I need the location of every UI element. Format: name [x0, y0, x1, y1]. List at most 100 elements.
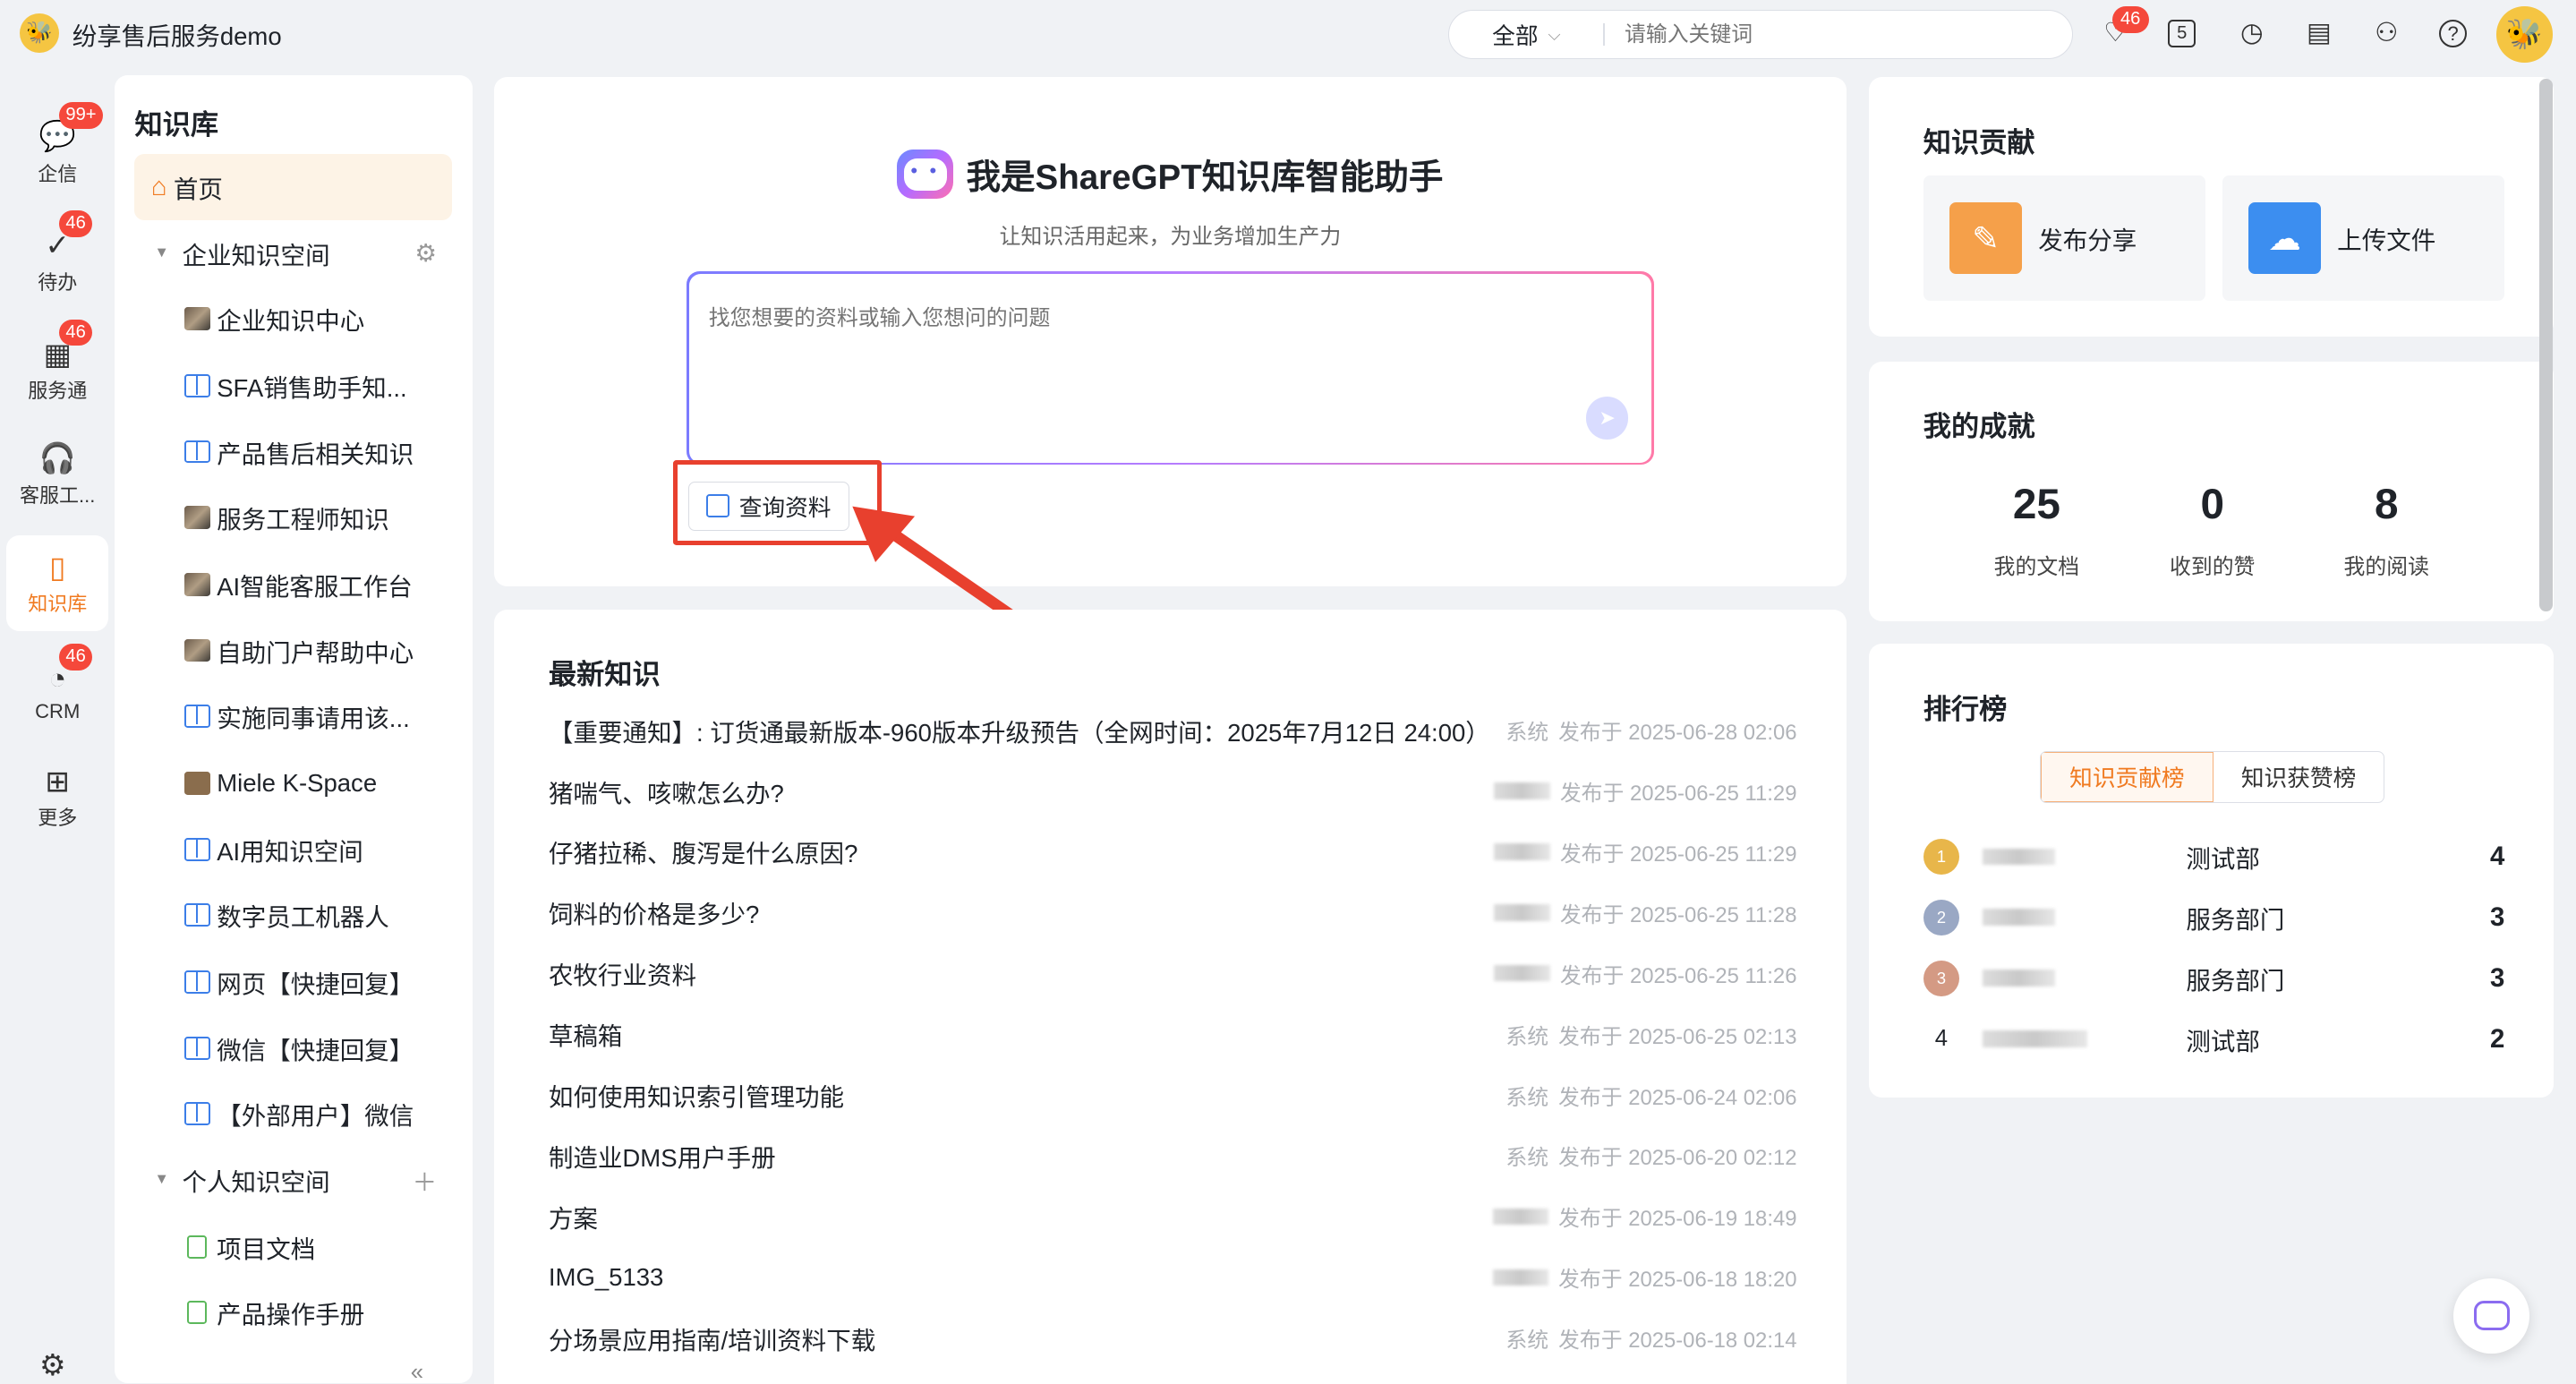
app-logo-icon[interactable]: 🐝 [20, 13, 60, 53]
clock-icon[interactable]: ◷ [2235, 16, 2268, 49]
news-row[interactable]: 如何使用知识索引管理功能 系统 发布于 2025-06-24 02:06 [549, 1064, 1797, 1125]
rail-item-service[interactable]: ▦ 46 服务通 [6, 319, 108, 417]
assistant-subtitle: 让知识活用起来，为业务增加生产力 [999, 225, 1342, 250]
home-icon: ⌂ [150, 172, 167, 202]
news-row[interactable]: 仔猪拉稀、腹泻是什么原因? 发布于 2025-06-25 11:29 [549, 821, 1797, 882]
news-title[interactable]: 分场景应用指南/培训资料下载 [549, 1320, 875, 1356]
sidebar-item-home[interactable]: ⌂ 首页 [134, 154, 452, 220]
news-row[interactable]: 分场景应用指南/培训资料下载 系统 发布于 2025-06-18 02:14 [549, 1308, 1797, 1369]
rank-count: 4 [2490, 841, 2505, 871]
tree-item[interactable]: 实施同事请用该... [115, 683, 473, 748]
rail-item-todo[interactable]: ✓ 46 待办 [6, 210, 108, 309]
news-author: 系统 [1506, 1024, 1549, 1049]
redacted-author [1492, 1269, 1549, 1286]
news-author: 系统 [1506, 721, 1549, 746]
tree-item[interactable]: 企业知识中心 [115, 286, 473, 351]
news-title[interactable]: 仔猪拉稀、腹泻是什么原因? [549, 833, 858, 869]
tree-group-enterprise[interactable]: ▼ 企业知识空间 ⚙ [115, 220, 473, 286]
search-scope-label: 全部 [1492, 24, 1539, 50]
tree-item[interactable]: 【外部用户】微信 [115, 1081, 473, 1146]
contacts-icon[interactable]: ⚇ [2370, 16, 2403, 49]
rail-item-messages[interactable]: 💬 99+ 企信 [6, 102, 108, 200]
rank-number: 4 [1934, 1026, 1949, 1052]
rail-item-knowledge[interactable]: ▯ 知识库 [6, 535, 109, 631]
news-title[interactable]: 草稿箱 [549, 1016, 623, 1052]
tab-likes-rank[interactable]: 知识获赞榜 [2213, 752, 2384, 803]
news-row[interactable]: 猪喘气、咳嗽怎么办? 发布于 2025-06-25 11:29 [549, 761, 1797, 822]
news-published: 发布于 2025-06-25 11:26 [1559, 963, 1797, 988]
tree-item[interactable]: AI智能客服工作台 [115, 552, 473, 618]
send-button[interactable]: ➤ [1585, 397, 1629, 440]
tree-item[interactable]: 网页【快捷回复】 [115, 950, 473, 1015]
news-title[interactable]: 如何使用知识索引管理功能 [549, 1077, 844, 1113]
rail-item-crm[interactable]: ◔ 46 CRM [6, 644, 108, 739]
tree-group-personal[interactable]: ▼ 个人知识空间 ＋ [115, 1147, 473, 1212]
news-title[interactable]: 农牧行业资料 [549, 955, 696, 991]
book-icon [183, 1036, 210, 1060]
plus-icon[interactable]: ＋ [413, 1162, 438, 1198]
publish-share-button[interactable]: ✎ 发布分享 [1923, 175, 2206, 301]
space-avatar-icon [183, 573, 210, 597]
floating-assistant-button[interactable] [2453, 1277, 2529, 1354]
news-row[interactable]: 方案 发布于 2025-06-19 18:49 [549, 1186, 1797, 1247]
publish-label: 发布分享 [2038, 226, 2137, 255]
tree-item-label: SFA销售助手知... [217, 374, 407, 403]
rail-badge: 99+ [59, 102, 103, 129]
news-published: 发布于 2025-06-25 11:29 [1559, 842, 1797, 867]
news-row[interactable]: 农牧行业资料 发布于 2025-06-25 11:26 [549, 943, 1797, 1004]
tree-item[interactable]: SFA销售助手知... [115, 354, 473, 419]
search-scope-select[interactable]: 全部 ⌵ [1492, 18, 1560, 51]
rail-badge: 46 [59, 210, 93, 237]
tree-item-label: 产品操作手册 [217, 1301, 365, 1329]
tree-item[interactable]: 产品售后相关知识 [115, 419, 473, 484]
tree-item[interactable]: 项目文档 [115, 1214, 473, 1279]
book-icon [183, 970, 210, 995]
notification-bell-icon[interactable]: ♡ 46 [2099, 6, 2149, 49]
news-title[interactable]: 【重要通知】: 订货通最新版本-960版本升级预告（全网时间：2025年7月12… [549, 713, 1490, 748]
question-input[interactable] [708, 306, 1563, 332]
news-row[interactable]: 【重要通知】: 订货通最新版本-960版本升级预告（全网时间：2025年7月12… [549, 700, 1797, 761]
news-title[interactable]: 饲料的价格是多少? [549, 894, 759, 930]
settings-gear-icon[interactable]: ⚙ [39, 1347, 66, 1382]
rank-user-name [1982, 903, 2097, 932]
collapse-sidebar-icon[interactable]: « [411, 1360, 423, 1383]
rail-item-more[interactable]: ⊞ 更多 [6, 749, 108, 844]
tree-item[interactable]: 数字员工机器人 [115, 882, 473, 947]
news-title[interactable]: 制造业DMS用户手册 [549, 1138, 776, 1174]
caret-down-icon: ▼ [154, 244, 169, 261]
tree-item[interactable]: Miele K-Space [115, 751, 473, 816]
sidebar-item-label: 首页 [173, 175, 223, 204]
help-icon[interactable]: ? [2438, 20, 2468, 48]
search-input[interactable] [1625, 21, 2019, 47]
news-published: 发布于 2025-06-25 02:13 [1558, 1024, 1797, 1049]
news-row[interactable]: 制造业DMS用户手册 系统 发布于 2025-06-20 02:12 [549, 1125, 1797, 1186]
robot-icon [897, 150, 953, 200]
inbox-icon[interactable]: ▤ [2303, 16, 2336, 49]
upload-file-button[interactable]: ☁ 上传文件 [2222, 175, 2505, 301]
tree-item[interactable]: 服务工程师知识 [115, 484, 473, 550]
news-title[interactable]: 方案 [549, 1199, 598, 1234]
news-row[interactable]: 饲料的价格是多少? 发布于 2025-06-25 11:28 [549, 882, 1797, 943]
tree-item-label: 实施同事请用该... [217, 705, 410, 733]
calendar-icon[interactable]: 5 [2168, 20, 2196, 48]
tree-item-label: Miele K-Space [217, 769, 378, 798]
news-row[interactable]: IMG_5133 发布于 2025-06-18 18:20 [549, 1247, 1797, 1308]
tree-item[interactable]: 微信【快捷回复】 [115, 1015, 473, 1081]
redacted-author [1494, 965, 1550, 982]
rail-item-customer-service[interactable]: 🎧 客服工... [6, 427, 108, 522]
tree-item[interactable]: 产品操作手册 [115, 1279, 473, 1345]
ranking-title: 排行榜 [1923, 694, 2008, 726]
tree-item[interactable]: 自助门户帮助中心 [115, 618, 473, 683]
news-title[interactable]: 猪喘气、咳嗽怎么办? [549, 773, 784, 809]
news-row[interactable]: 草稿箱 系统 发布于 2025-06-25 02:13 [549, 1004, 1797, 1064]
tree-group-label: 企业知识空间 [182, 241, 330, 269]
news-meta: 发布于 2025-06-25 11:29 [1494, 836, 1796, 867]
right-scrollbar[interactable] [2538, 79, 2553, 611]
news-title[interactable]: IMG_5133 [549, 1263, 663, 1292]
news-published: 发布于 2025-06-19 18:49 [1558, 1207, 1797, 1232]
gear-icon[interactable]: ⚙ [414, 239, 437, 268]
user-avatar[interactable]: 🐝 [2496, 6, 2553, 63]
tree-item[interactable]: AI用知识空间 [115, 816, 473, 882]
tab-contribution-rank[interactable]: 知识贡献榜 [2041, 751, 2213, 803]
stat-label: 我的阅读 [2343, 554, 2429, 579]
